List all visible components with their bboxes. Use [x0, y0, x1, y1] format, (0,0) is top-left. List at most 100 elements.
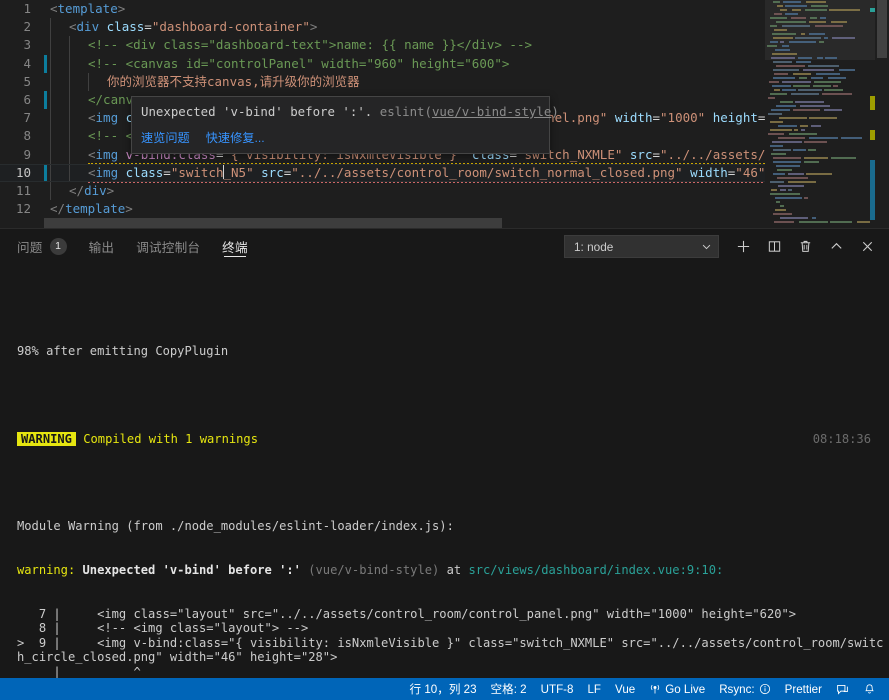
- hover-diagnostic-tooltip[interactable]: Unexpected 'v-bind' before ':'. eslint(v…: [131, 96, 559, 154]
- quick-fix-link[interactable]: 快速修复...: [206, 128, 265, 146]
- code-line-2[interactable]: 2 <div class="dashboard-container">: [0, 18, 889, 37]
- indent-guide: [50, 181, 51, 201]
- minimap-row: [765, 140, 875, 143]
- indent-guide: [69, 36, 70, 55]
- status-go-live[interactable]: Go Live: [642, 678, 712, 700]
- panel-tab-1[interactable]: 输出: [89, 229, 115, 264]
- close-panel-icon[interactable]: [853, 234, 881, 260]
- line-number: 12: [15, 201, 31, 217]
- minimap-row: [765, 80, 875, 83]
- terminal-warning-detail: warning: Unexpected 'v-bind' before ':' …: [17, 563, 889, 578]
- terminal-output[interactable]: 98% after emitting CopyPlugin WARNING Co…: [0, 263, 889, 678]
- hover-source-rule[interactable]: vue/v-bind-style: [432, 104, 551, 119]
- code-text: <!-- <div class="dashboard-text">name: {…: [88, 37, 533, 53]
- terminal-code-line-0: 7 | <img class="layout" src="../../asset…: [17, 606, 797, 621]
- problems-count-badge: 1: [49, 237, 67, 255]
- minimap-row: [765, 176, 875, 179]
- split-terminal-icon[interactable]: [760, 234, 788, 260]
- code-line-10[interactable]: 10 <img class="switch_N5" src="../../asse…: [0, 163, 889, 183]
- panel-tab-label: 问题: [17, 240, 43, 255]
- code-line-4[interactable]: 4 <!-- <canvas id="controlPanel" width="9…: [0, 54, 889, 73]
- minimap-row: [765, 60, 875, 63]
- editor-vertical-scrollbar[interactable]: [875, 0, 889, 228]
- line-number: 5: [23, 73, 31, 89]
- minimap-row: [765, 84, 875, 87]
- status-feedback[interactable]: [829, 678, 856, 700]
- indent-guide: [50, 145, 51, 164]
- minimap-row: [765, 160, 875, 163]
- indent-guide: [50, 18, 51, 37]
- minimap[interactable]: [765, 0, 875, 228]
- minimap-row: [765, 72, 875, 75]
- panel-tab-2[interactable]: 调试控制台: [136, 229, 200, 264]
- code-line-5[interactable]: 5 你的浏览器不支持canvas,请升级你的浏览器: [0, 72, 889, 91]
- status-eol[interactable]: LF: [580, 678, 608, 700]
- status-cursor-position[interactable]: 行 10，列 23: [403, 678, 484, 700]
- maximize-panel-icon[interactable]: [822, 234, 850, 260]
- scrollbar-thumb-h[interactable]: [44, 218, 502, 228]
- status-prettier[interactable]: Prettier: [778, 678, 829, 700]
- minimap-row: [765, 96, 875, 99]
- minimap-row: [765, 168, 875, 171]
- kill-terminal-icon[interactable]: [791, 234, 819, 260]
- info-icon: [759, 683, 771, 695]
- hover-actions[interactable]: 速览问题 快速修复...: [132, 125, 549, 153]
- editor-horizontal-scrollbar[interactable]: [44, 218, 889, 228]
- status-rsync[interactable]: Rsync:: [712, 678, 777, 700]
- status-indentation[interactable]: 空格: 2: [484, 678, 534, 700]
- indent-guide: [69, 163, 70, 182]
- code-line-11[interactable]: 11 </div>: [0, 181, 889, 201]
- hover-source-prefix: eslint(: [379, 104, 432, 119]
- minimap-row: [765, 152, 875, 155]
- warning-label: warning:: [17, 562, 76, 577]
- terminal-warning-headline: WARNING Compiled with 1 warnings 08:18:36: [17, 431, 889, 447]
- terminal-selector-dropdown[interactable]: 1: node: [564, 235, 719, 258]
- line-number: 2: [23, 19, 31, 35]
- minimap-row: [765, 132, 875, 135]
- minimap-row: [765, 12, 875, 15]
- indent-guide: [50, 127, 51, 146]
- minimap-row: [765, 148, 875, 151]
- panel-tab-0[interactable]: 问题 1: [17, 229, 67, 264]
- indent-guide: [69, 90, 70, 110]
- code-line-1[interactable]: 1 <template>: [0, 0, 889, 18]
- code-line-3[interactable]: 3 <!-- <div class="dashboard-text">name: …: [0, 36, 889, 55]
- minimap-row: [765, 16, 875, 19]
- minimap-row: [765, 192, 875, 195]
- minimap-row: [765, 208, 875, 211]
- terminal-module-warning: Module Warning (from ./node_modules/esli…: [17, 519, 889, 534]
- feedback-smiley-icon: [836, 683, 849, 696]
- code-editor[interactable]: 1 <template> 2 <div class="dashboard-contai…: [0, 0, 889, 228]
- minimap-row: [765, 212, 875, 215]
- panel-actions[interactable]: 1: node: [564, 229, 881, 264]
- minimap-row: [765, 24, 875, 27]
- peek-problem-link[interactable]: 速览问题: [141, 128, 190, 146]
- panel-tab-3[interactable]: 终端: [222, 229, 248, 264]
- status-bar[interactable]: 行 10，列 23 空格: 2 UTF-8 LF Vue Go Live Rsy…: [0, 678, 889, 700]
- code-line-12[interactable]: 12 </template>: [0, 200, 889, 218]
- indent-guide: [50, 109, 51, 128]
- indentation-label: 空格: 2: [490, 683, 527, 696]
- panel-tab-bar[interactable]: 问题 1 输出 调试控制台 终端 1: node: [0, 228, 889, 263]
- code-text: <img class="switch_N5" src="../../assets…: [44, 164, 864, 183]
- rsync-label: Rsync:: [719, 682, 755, 696]
- minimap-row: [765, 124, 875, 127]
- panel-tab-label: 调试控制台: [136, 240, 201, 255]
- scrollbar-thumb[interactable]: [877, 0, 887, 58]
- line-number: 10: [15, 164, 31, 180]
- new-terminal-icon[interactable]: [729, 234, 757, 260]
- status-encoding[interactable]: UTF-8: [534, 678, 581, 700]
- bell-icon: [863, 683, 876, 696]
- status-language-mode[interactable]: Vue: [608, 678, 642, 700]
- minimap-row: [765, 100, 875, 103]
- warning-badge: WARNING: [17, 431, 76, 446]
- indent-guide: [69, 145, 70, 164]
- warning-location[interactable]: src/views/dashboard/index.vue:9:10:: [468, 563, 723, 577]
- indent-guide: [69, 127, 70, 146]
- code-text: <!-- <canvas id="controlPanel" width="96…: [88, 55, 510, 71]
- minimap-row: [765, 180, 875, 183]
- line-number: 9: [23, 146, 31, 162]
- indent-guide: [50, 90, 51, 110]
- status-notifications[interactable]: [856, 678, 883, 700]
- modified-gutter-marker: [44, 163, 47, 182]
